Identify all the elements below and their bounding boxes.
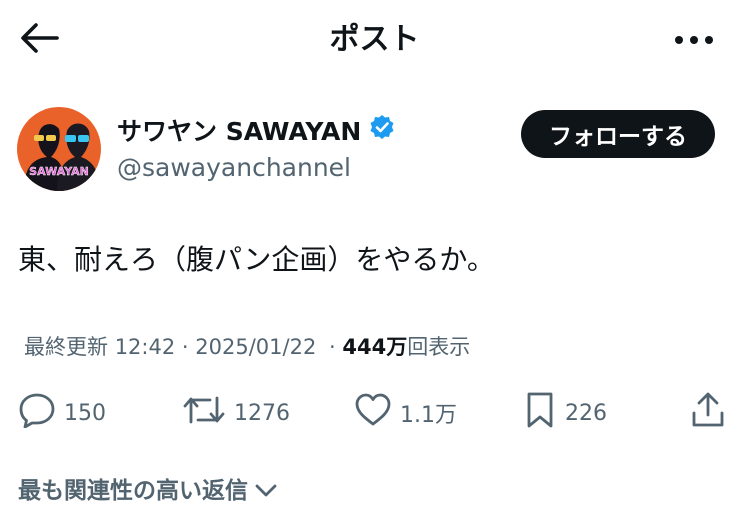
post-time[interactable]: 12:42 [115, 335, 176, 359]
reply-button[interactable]: 150 [18, 392, 106, 434]
author-name-row[interactable]: サワヤン SAWAYAN [117, 114, 395, 150]
verified-badge-icon [369, 114, 395, 150]
display-name[interactable]: サワヤン SAWAYAN [117, 114, 361, 150]
repost-button[interactable]: 1276 [182, 392, 290, 434]
reply-sort-label: 最も関連性の高い返信 [18, 478, 248, 504]
more-button[interactable] [668, 18, 720, 62]
reply-sort-dropdown[interactable]: 最も関連性の高い返信 [18, 474, 278, 508]
page-title: ポスト [329, 22, 420, 57]
reply-icon [18, 392, 56, 434]
share-icon [690, 391, 726, 435]
like-count: 1.1万 [400, 403, 457, 428]
follow-button[interactable]: フォローする [521, 110, 715, 158]
handle[interactable]: @sawayanchannel [117, 150, 351, 186]
post-date[interactable]: 2025/01/22 [195, 335, 316, 359]
post-text: 東、耐えろ（腹パン企画）をやるか。 [18, 243, 495, 276]
repost-count: 1276 [234, 400, 290, 426]
meta-separator: · [329, 335, 336, 359]
share-button[interactable] [690, 392, 726, 434]
more-horizontal-icon [674, 31, 714, 50]
reply-count: 150 [64, 400, 106, 426]
post-meta: 最終更新 12:42 · 2025/01/22 · 444万回表示 [24, 330, 470, 364]
avatar[interactable]: SAWAYAN [17, 107, 101, 191]
repost-icon [182, 392, 226, 434]
like-button[interactable]: 1.1万 [354, 392, 457, 434]
avatar-logo: SAWAYAN [29, 165, 89, 178]
bookmark-button[interactable]: 226 [523, 392, 607, 434]
views-count[interactable]: 444万 [342, 335, 407, 359]
bookmark-count: 226 [565, 400, 607, 426]
views-label: 回表示 [407, 335, 471, 359]
heart-icon [354, 392, 392, 434]
bookmark-icon [523, 391, 557, 435]
meta-separator: · [181, 335, 189, 359]
last-updated-label: 最終更新 [24, 335, 108, 359]
chevron-down-icon [254, 474, 278, 508]
